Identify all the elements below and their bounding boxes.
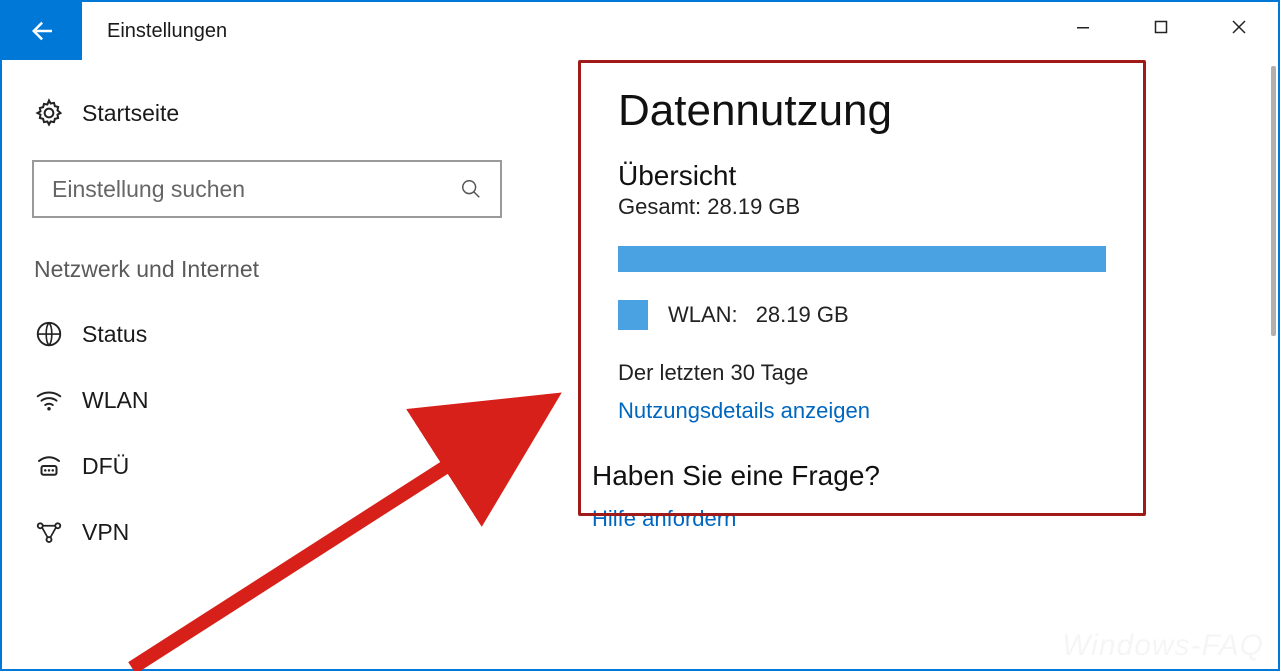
gear-icon [34, 98, 64, 128]
sidebar-item-wlan[interactable]: WLAN [2, 367, 532, 433]
content-area: Datennutzung Übersicht Gesamt: 28.19 GB … [532, 60, 1278, 669]
vertical-scrollbar[interactable] [1271, 66, 1276, 336]
wifi-icon [34, 385, 64, 415]
back-button[interactable] [2, 2, 82, 60]
sidebar: Startseite Netzwerk und Internet Status [2, 60, 532, 669]
search-field[interactable] [32, 160, 502, 218]
page-heading: Datennutzung [618, 86, 1216, 136]
search-wrap [32, 160, 502, 218]
close-button[interactable] [1200, 2, 1278, 52]
settings-window: Einstellungen Startseite [0, 0, 1280, 671]
sidebar-category: Netzwerk und Internet [2, 256, 532, 301]
sidebar-item-dialup[interactable]: DFÜ [2, 433, 532, 499]
overview-total: Gesamt: 28.19 GB [618, 194, 1216, 220]
sidebar-item-vpn[interactable]: VPN [2, 499, 532, 565]
usage-legend: WLAN: 28.19 GB [618, 300, 1216, 330]
sidebar-home-label: Startseite [82, 100, 179, 127]
sidebar-home[interactable]: Startseite [2, 80, 532, 150]
dialup-icon [34, 451, 64, 481]
search-input[interactable] [52, 176, 460, 203]
legend-swatch-icon [618, 300, 648, 330]
minimize-icon [1076, 20, 1090, 34]
vpn-icon [34, 517, 64, 547]
question-heading: Haben Sie eine Frage? [592, 460, 1238, 492]
usage-period: Der letzten 30 Tage [618, 360, 1216, 386]
window-title: Einstellungen [107, 20, 227, 43]
maximize-icon [1154, 20, 1168, 34]
titlebar: Einstellungen [2, 2, 1278, 60]
sidebar-item-label: DFÜ [82, 453, 129, 480]
usage-details-link[interactable]: Nutzungsdetails anzeigen [618, 398, 870, 423]
legend-label: WLAN: [668, 302, 738, 328]
data-usage-panel: Datennutzung Übersicht Gesamt: 28.19 GB … [592, 66, 1238, 424]
sidebar-item-label: Status [82, 321, 147, 348]
window-controls [1044, 2, 1278, 52]
globe-icon [34, 319, 64, 349]
watermark: Windows-FAQ [1062, 629, 1264, 663]
help-link[interactable]: Hilfe anfordern [592, 506, 736, 531]
overview-heading: Übersicht [618, 160, 1216, 192]
maximize-button[interactable] [1122, 2, 1200, 52]
minimize-button[interactable] [1044, 2, 1122, 52]
search-icon [460, 178, 482, 200]
sidebar-item-status[interactable]: Status [2, 301, 532, 367]
sidebar-item-label: WLAN [82, 387, 148, 414]
close-icon [1232, 20, 1246, 34]
usage-bar [618, 246, 1106, 272]
back-arrow-icon [27, 16, 57, 46]
sidebar-item-label: VPN [82, 519, 129, 546]
legend-value: 28.19 GB [756, 302, 849, 328]
